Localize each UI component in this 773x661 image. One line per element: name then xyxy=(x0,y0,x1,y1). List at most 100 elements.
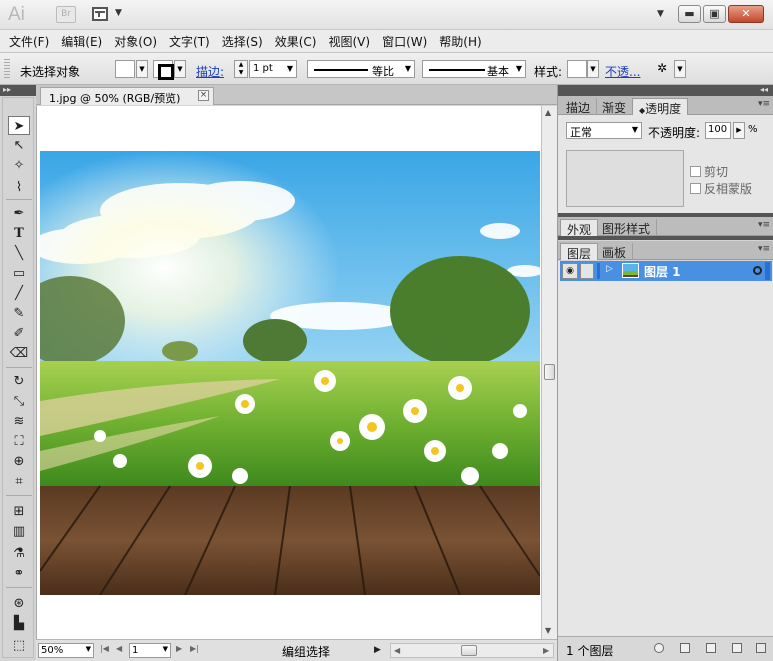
tab-stroke[interactable]: 描边 xyxy=(560,98,598,115)
tab-gradient[interactable]: 渐变 xyxy=(596,98,634,115)
blob-brush-tool-icon[interactable]: ✐ xyxy=(8,324,30,343)
line-segment-tool-icon[interactable]: ╲ xyxy=(8,244,30,263)
panel-menu-icon[interactable]: ▾≡ xyxy=(758,99,770,109)
menu-edit[interactable]: 编辑(E) xyxy=(56,30,107,52)
scroll-left-icon[interactable]: ◀ xyxy=(394,646,400,655)
close-button[interactable]: ✕ xyxy=(728,5,764,23)
symbol-sprayer-tool-icon[interactable]: ⊛ xyxy=(8,594,30,613)
next-artboard-icon[interactable]: ▶ xyxy=(176,644,182,653)
bridge-button[interactable]: Br xyxy=(56,6,76,23)
clip-checkbox[interactable] xyxy=(690,166,701,177)
lasso-tool-icon[interactable]: ⌇ xyxy=(8,178,30,197)
eyedropper-tool-icon[interactable]: ⚗ xyxy=(8,544,30,563)
graphic-style-swatch[interactable] xyxy=(567,60,587,78)
pen-tool-icon[interactable]: ✒ xyxy=(8,204,30,223)
direct-selection-tool-icon[interactable]: ↖ xyxy=(8,136,30,155)
panel-menu-icon[interactable]: ▾≡ xyxy=(758,244,770,254)
selection-tool-icon[interactable]: ➤ xyxy=(8,116,30,135)
menu-effect[interactable]: 效果(C) xyxy=(270,30,322,52)
delete-layer-icon[interactable] xyxy=(756,643,766,653)
last-artboard-icon[interactable]: ▶| xyxy=(190,644,199,653)
rotate-tool-icon[interactable]: ↻ xyxy=(8,372,30,391)
arrange-documents-icon[interactable] xyxy=(92,7,108,21)
recolor-artwork-icon[interactable]: ✲ xyxy=(657,61,667,79)
status-text[interactable]: 编组选择 xyxy=(228,643,384,659)
paintbrush-tool-icon[interactable]: ╱ xyxy=(8,284,30,303)
pencil-tool-icon[interactable]: ✎ xyxy=(8,304,30,323)
rectangle-tool-icon[interactable]: ▭ xyxy=(8,264,30,283)
menu-file[interactable]: 文件(F) xyxy=(4,30,54,52)
warp-tool-icon[interactable]: ≋ xyxy=(8,412,30,431)
document-tab[interactable]: 1.jpg @ 50% (RGB/预览) × xyxy=(40,87,214,105)
control-bar-grip[interactable] xyxy=(4,59,10,79)
vertical-scrollbar[interactable]: ▲ ▼ xyxy=(541,106,557,639)
fill-swatch[interactable] xyxy=(115,60,135,78)
tab-artboards[interactable]: 画板 xyxy=(596,243,634,260)
workspace-switcher-icon[interactable]: ▼ xyxy=(657,9,664,19)
opacity-slider-toggle[interactable]: ▶ xyxy=(733,122,745,139)
fill-dropdown[interactable]: ▼ xyxy=(136,60,148,78)
menu-select[interactable]: 选择(S) xyxy=(217,30,268,52)
stroke-swatch[interactable] xyxy=(153,60,174,80)
previous-artboard-icon[interactable]: ◀ xyxy=(116,644,122,653)
panel-divider[interactable] xyxy=(558,236,773,240)
free-transform-tool-icon[interactable]: ⛶ xyxy=(8,432,30,451)
horizontal-scrollbar[interactable]: ◀ ▶ xyxy=(390,643,554,658)
menu-object[interactable]: 对象(O) xyxy=(109,30,162,52)
create-sublayer-icon[interactable] xyxy=(706,643,716,653)
stroke-weight-stepper[interactable]: ▲ ▼ xyxy=(234,60,248,78)
invert-mask-checkbox[interactable] xyxy=(690,183,701,194)
toolbox-header[interactable]: ▸▸ xyxy=(0,85,36,96)
create-new-layer-icon[interactable] xyxy=(732,643,742,653)
locate-object-icon[interactable] xyxy=(654,643,664,653)
visibility-eye-icon[interactable]: ◉ xyxy=(562,263,578,279)
target-circle-icon[interactable] xyxy=(753,266,762,275)
restore-button[interactable]: ▣ xyxy=(703,5,726,23)
opacity-field[interactable]: 100 xyxy=(705,122,731,139)
opacity-panel-link[interactable]: 不透... xyxy=(605,63,640,81)
scale-tool-icon[interactable]: ⤡ xyxy=(8,392,30,411)
lock-toggle[interactable] xyxy=(580,263,594,279)
invert-mask-option[interactable]: 反相蒙版 xyxy=(690,180,752,196)
selection-indicator[interactable] xyxy=(765,262,770,280)
panel-menu-icon[interactable]: ▾≡ xyxy=(758,220,770,230)
clip-option[interactable]: 剪切 xyxy=(690,163,728,179)
column-graph-tool-icon[interactable]: ▙ xyxy=(8,614,30,633)
shape-builder-tool-icon[interactable]: ⊕ xyxy=(8,452,30,471)
layer-row[interactable]: ◉ ▷ 图层 1 xyxy=(560,261,772,281)
menu-type[interactable]: 文字(T) xyxy=(164,30,215,52)
eraser-tool-icon[interactable]: ⌫ xyxy=(8,344,30,363)
minimize-button[interactable]: ▬ xyxy=(678,5,701,23)
variable-width-profile-select[interactable]: 等比 ▼ xyxy=(307,60,415,78)
tab-graphic-styles[interactable]: 图形样式 xyxy=(596,219,658,236)
tab-appearance[interactable]: 外观 xyxy=(560,219,599,237)
scroll-up-icon[interactable]: ▲ xyxy=(545,108,551,117)
collapse-panels-icon[interactable]: ◂◂ xyxy=(760,85,768,95)
artboard-number-select[interactable]: 1 ▼ xyxy=(129,643,171,658)
panel-dock-grip[interactable]: ◂◂ xyxy=(558,85,773,96)
artboard-tool-icon[interactable]: ⬚ xyxy=(8,636,30,655)
brush-definition-select[interactable]: 基本 ▼ xyxy=(422,60,526,78)
mesh-tool-icon[interactable]: ⊞ xyxy=(8,502,30,521)
magic-wand-tool-icon[interactable]: ✧ xyxy=(8,156,30,175)
status-menu-icon[interactable]: ▶ xyxy=(374,645,381,655)
stroke-weight-field[interactable]: 1 pt ▼ xyxy=(249,60,297,78)
perspective-grid-tool-icon[interactable]: ⌗ xyxy=(8,472,30,491)
type-tool-icon[interactable]: T xyxy=(8,224,30,243)
vertical-scroll-thumb[interactable] xyxy=(544,364,555,380)
horizontal-scroll-thumb[interactable] xyxy=(461,645,477,656)
stroke-panel-link[interactable]: 描边: xyxy=(196,63,224,81)
stroke-dropdown[interactable]: ▼ xyxy=(174,60,186,78)
gradient-tool-icon[interactable]: ▥ xyxy=(8,522,30,541)
tab-layers[interactable]: 图层 xyxy=(560,243,599,261)
menu-view[interactable]: 视图(V) xyxy=(323,30,375,52)
tab-transparency[interactable]: ◆透明度 xyxy=(632,98,689,116)
blend-mode-select[interactable]: 正常 ▼ xyxy=(566,122,642,139)
blend-tool-icon[interactable]: ⚭ xyxy=(8,564,30,583)
artboard-canvas[interactable] xyxy=(36,106,541,639)
menu-window[interactable]: 窗口(W) xyxy=(377,30,432,52)
scroll-down-icon[interactable]: ▼ xyxy=(545,626,551,635)
zoom-level-select[interactable]: 50% ▼ xyxy=(38,643,94,658)
close-tab-icon[interactable]: × xyxy=(198,90,209,101)
expand-triangle-icon[interactable]: ▷ xyxy=(606,264,613,274)
